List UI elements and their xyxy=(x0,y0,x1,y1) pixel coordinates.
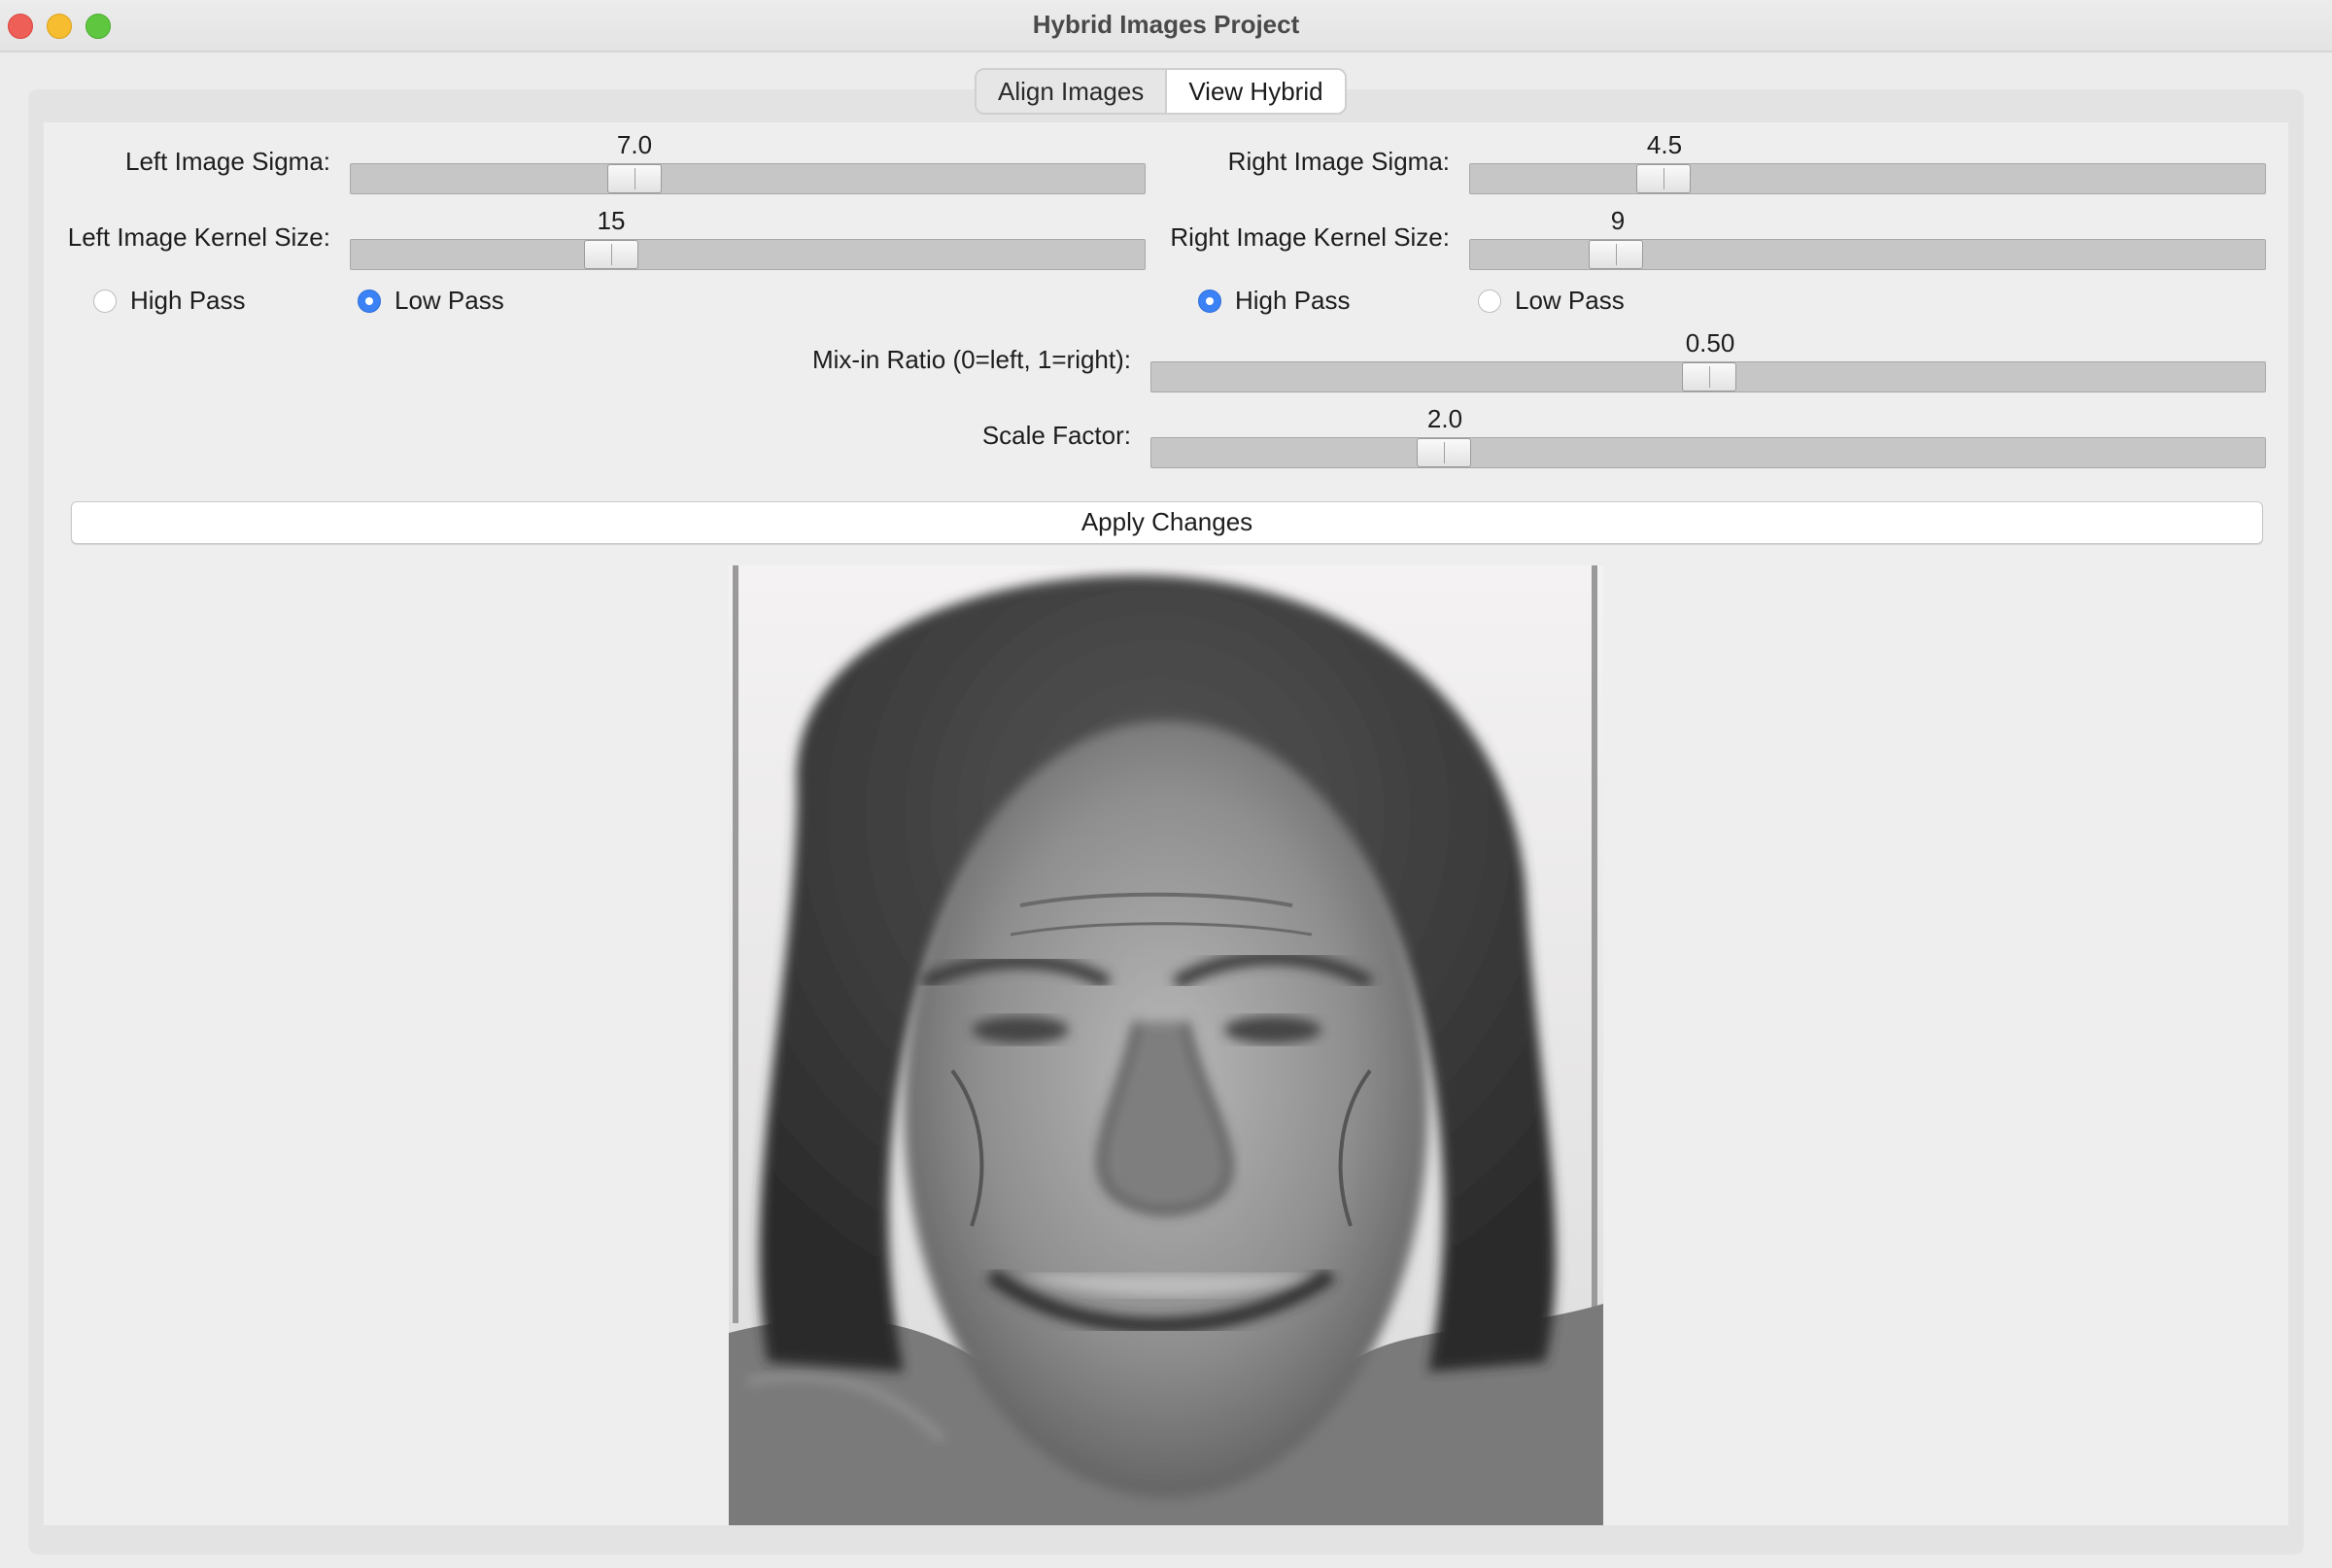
window-title: Hybrid Images Project xyxy=(1032,10,1300,39)
mix-ratio-value: 0.50 xyxy=(1685,328,1735,358)
left-kernel-value: 15 xyxy=(597,206,626,235)
left-kernel-slider-thumb[interactable] xyxy=(584,240,638,269)
left-sigma-label: Left Image Sigma: xyxy=(125,147,330,176)
radio-indicator[interactable] xyxy=(358,289,381,313)
left-sigma-slider[interactable] xyxy=(350,163,1146,194)
hybrid-image xyxy=(729,565,1603,1525)
apply-changes-button[interactable]: Apply Changes xyxy=(71,501,2263,544)
app-window: Hybrid Images Project Align Images View … xyxy=(0,0,2332,1568)
left-kernel-slider[interactable] xyxy=(350,239,1146,270)
right-kernel-value: 9 xyxy=(1610,206,1626,235)
right-kernel-slider-thumb[interactable] xyxy=(1589,240,1643,269)
tab-bar: Align Images View Hybrid xyxy=(975,68,1347,115)
mix-ratio-slider[interactable] xyxy=(1150,361,2266,392)
right-sigma-value: 4.5 xyxy=(1646,130,1683,159)
left-sigma-value: 7.0 xyxy=(616,130,653,159)
title-bar: Hybrid Images Project xyxy=(0,0,2332,52)
radio-indicator[interactable] xyxy=(1198,289,1221,313)
left-kernel-label: Left Image Kernel Size: xyxy=(67,222,330,252)
right-high-pass-radio[interactable]: High Pass xyxy=(1198,286,1351,316)
radio-label: Low Pass xyxy=(1515,286,1625,315)
right-low-pass-radio[interactable]: Low Pass xyxy=(1478,286,1625,316)
left-high-pass-radio[interactable]: High Pass xyxy=(93,286,246,316)
radio-label: Low Pass xyxy=(394,286,504,315)
scale-factor-label: Scale Factor: xyxy=(981,421,1131,450)
scale-factor-slider[interactable] xyxy=(1150,437,2266,468)
scale-factor-value: 2.0 xyxy=(1426,404,1463,433)
left-sigma-slider-thumb[interactable] xyxy=(607,164,662,193)
right-kernel-slider[interactable] xyxy=(1469,239,2266,270)
radio-label: High Pass xyxy=(130,286,246,315)
tab-align-images[interactable]: Align Images xyxy=(977,70,1165,113)
right-sigma-slider[interactable] xyxy=(1469,163,2266,194)
mix-ratio-label: Mix-in Ratio (0=left, 1=right): xyxy=(811,345,1131,374)
radio-label: High Pass xyxy=(1235,286,1351,315)
scale-factor-slider-thumb[interactable] xyxy=(1417,438,1471,467)
right-kernel-label: Right Image Kernel Size: xyxy=(1170,222,1450,252)
tab-view-hybrid[interactable]: View Hybrid xyxy=(1165,70,1345,113)
radio-indicator[interactable] xyxy=(93,289,117,313)
radio-indicator[interactable] xyxy=(1478,289,1501,313)
left-low-pass-radio[interactable]: Low Pass xyxy=(358,286,504,316)
mix-ratio-slider-thumb[interactable] xyxy=(1682,362,1736,392)
right-sigma-label: Right Image Sigma: xyxy=(1227,147,1450,176)
right-sigma-slider-thumb[interactable] xyxy=(1636,164,1691,193)
